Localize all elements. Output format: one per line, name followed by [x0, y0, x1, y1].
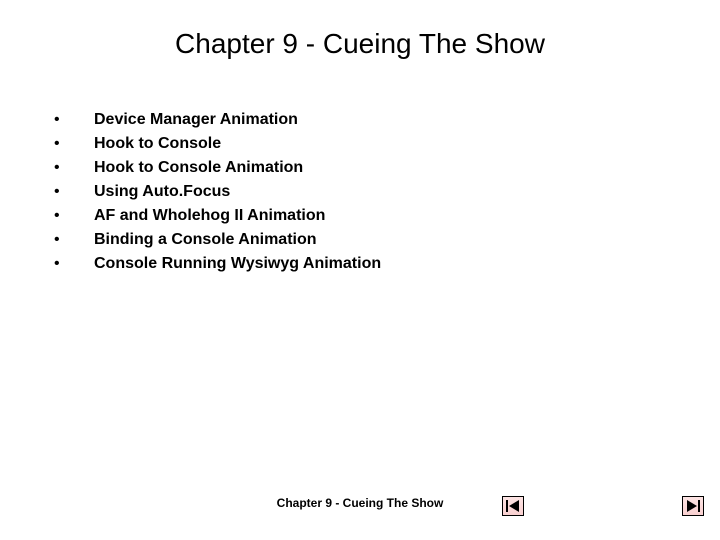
- skip-back-icon: [506, 500, 520, 512]
- list-item: AF and Wholehog II Animation: [54, 204, 381, 228]
- list-item: Hook to Console Animation: [54, 156, 381, 180]
- prev-slide-button[interactable]: [502, 496, 524, 516]
- list-item: Console Running Wysiwyg Animation: [54, 252, 381, 276]
- slide: Chapter 9 - Cueing The Show Device Manag…: [0, 0, 720, 540]
- footer-title: Chapter 9 - Cueing The Show: [0, 496, 720, 510]
- list-item: Device Manager Animation: [54, 108, 381, 132]
- bullet-list: Device Manager Animation Hook to Console…: [54, 108, 381, 276]
- next-slide-button[interactable]: [682, 496, 704, 516]
- list-item: Hook to Console: [54, 132, 381, 156]
- list-item: Binding a Console Animation: [54, 228, 381, 252]
- page-title: Chapter 9 - Cueing The Show: [0, 28, 720, 60]
- list-item: Using Auto.Focus: [54, 180, 381, 204]
- skip-forward-icon: [686, 500, 700, 512]
